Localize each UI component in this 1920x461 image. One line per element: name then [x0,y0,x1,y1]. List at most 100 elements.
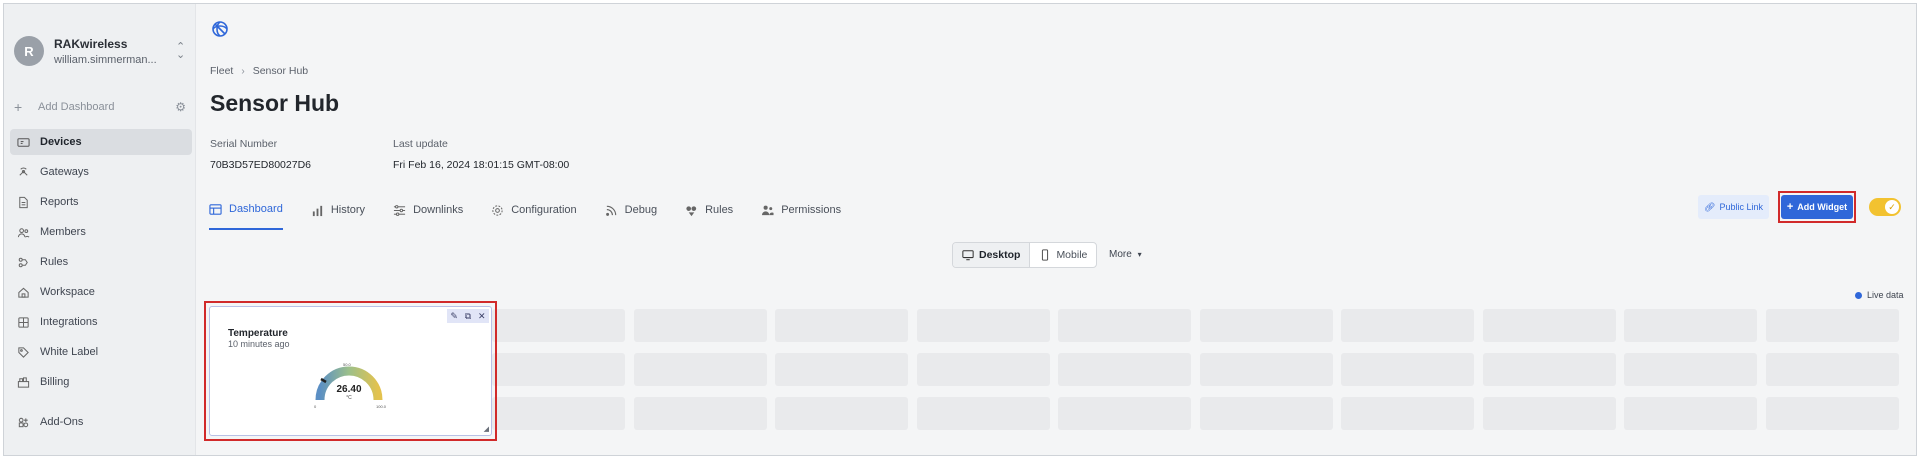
gear-icon[interactable]: ⚙ [175,100,186,114]
sidebar-item-label: Devices [40,136,82,148]
sidebar-item-addons[interactable]: Add-Ons [10,409,192,435]
org-name: RAKwireless [54,36,128,51]
breadcrumb-fleet[interactable]: Fleet [210,65,233,77]
more-label: More [1109,249,1132,260]
sidebar-item-integrations[interactable]: Integrations [10,309,192,335]
grid-placeholder-cell [1765,353,1899,386]
gauge-max: 100.0 [376,404,387,409]
sidebar: R RAKwireless william.simmerman... ⌃ ⌄ + … [4,4,196,455]
edit-mode-toggle[interactable]: ✓ [1869,198,1901,216]
tab-bar: Dashboard History Downlinks Configuratio… [209,196,869,230]
live-data-indicator: Live data [1855,290,1904,300]
mobile-view-button[interactable]: Mobile [1030,243,1096,267]
addons-icon [18,417,29,427]
sliders-icon [393,204,406,216]
temperature-gauge: 26.40 °C 0 50.0 100.0 [314,362,387,409]
sidebar-item-label: Rules [40,256,69,268]
tab-history[interactable]: History [311,196,365,224]
grid-placeholder-cell [633,309,767,342]
tab-label: Dashboard [229,203,283,215]
grid-placeholder-cell [775,353,908,386]
page-title: Sensor Hub [210,90,340,116]
rss-icon [605,205,616,216]
add-widget-button[interactable]: + Add Widget [1781,195,1853,219]
sidebar-item-label: Integrations [40,316,98,328]
tab-label: Downlinks [413,204,464,216]
bar-chart-icon [312,205,322,216]
sidebar-item-members[interactable]: Members [10,219,192,245]
sidebar-item-billing[interactable]: Billing [10,369,192,395]
grid-placeholder-cell [633,353,767,386]
chevron-right-icon: › [241,65,245,77]
check-icon: ✓ [1885,200,1899,214]
more-dropdown[interactable]: More ▾ [1109,249,1142,260]
chevron-up-down-icon: ⌃ ⌄ [176,41,186,61]
grid-placeholder-cell [633,397,767,430]
tab-label: Permissions [781,204,842,216]
sidebar-item-devices[interactable]: Devices [10,129,192,155]
grid-placeholder-cell [1765,309,1899,342]
tab-configuration[interactable]: Configuration [491,196,577,224]
plus-icon: + [14,99,23,115]
tab-permissions[interactable]: Permissions [761,196,841,224]
close-icon[interactable]: ✕ [478,311,486,322]
plus-icon: + [1786,201,1794,213]
serial-number-label: Serial Number [210,138,278,150]
grid-placeholder-cell [1058,397,1191,430]
tab-label: History [330,204,366,216]
live-dot-icon [1855,291,1862,299]
rules-icon [686,205,697,216]
tab-dashboard[interactable]: Dashboard [209,196,283,230]
grid-placeholder-cell [916,397,1050,430]
tab-downlinks[interactable]: Downlinks [393,196,463,224]
last-update-block: Last update Fri Feb 16, 2024 18:01:15 GM… [393,138,569,171]
home-icon [18,287,29,298]
gear-icon [492,204,503,216]
add-widget-label: Add Widget [1797,202,1848,212]
edit-icon[interactable]: ✎ [450,311,458,322]
grid-icon [18,316,29,328]
users-icon [762,205,774,215]
sidebar-item-label: Members [40,226,86,238]
desktop-view-button[interactable]: Desktop [953,243,1031,267]
widget-title: Temperature [228,328,288,339]
grid-placeholder-cell [1482,309,1616,342]
sidebar-item-workspace[interactable]: Workspace [10,279,192,305]
sidebar-nav: Devices Gateways Reports Members Rules W… [10,129,192,439]
resize-handle-icon[interactable]: ◢ [484,425,489,433]
grid-placeholder-cell [1199,353,1333,386]
grid-placeholder-cell [492,353,625,386]
grid-placeholder-cell [1624,309,1757,342]
billing-icon [17,376,30,388]
sidebar-item-gateways[interactable]: Gateways [10,159,192,185]
main-content: Fleet › Sensor Hub Sensor Hub Serial Num… [197,4,1916,455]
sidebar-item-white-label[interactable]: White Label [10,339,192,365]
breadcrumb-current: Sensor Hub [252,65,309,77]
sidebar-item-reports[interactable]: Reports [10,189,192,215]
copy-icon[interactable]: ⧉ [465,311,471,322]
grid-placeholder-cell [1058,309,1191,342]
temperature-widget[interactable]: ✎ ⧉ ✕ Temperature 10 minutes ago 26.40 °… [209,306,492,436]
phone-icon [1042,249,1049,261]
tab-rules[interactable]: Rules [685,196,733,224]
sidebar-item-label: Billing [40,376,70,388]
grid-placeholder-cell [1058,353,1191,386]
tag-icon [18,346,29,358]
grid-placeholder-cell [916,309,1050,342]
tab-debug[interactable]: Debug [605,196,657,224]
serial-number-value: 70B3D57ED80027D6 [210,159,311,171]
sidebar-item-label: White Label [40,346,99,358]
public-link-button[interactable]: 🔗︎ Public Link [1698,195,1769,219]
gauge-mid: 50.0 [343,362,352,367]
app-window: R RAKwireless william.simmerman... ⌃ ⌄ + … [3,3,1917,456]
tab-label: Rules [705,204,734,216]
sidebar-item-label: Reports [40,196,79,208]
link-icon: 🔗︎ [1704,201,1716,212]
view-mode-switch: Desktop Mobile [952,242,1098,268]
sidebar-item-rules[interactable]: Rules [10,249,192,275]
rak-logo-icon [212,21,228,37]
grid-placeholder-cell [1341,309,1474,342]
add-dashboard-button[interactable]: + Add Dashboard ⚙ [14,97,186,117]
account-switcher[interactable]: R RAKwireless william.simmerman... ⌃ ⌄ [14,34,190,68]
grid-placeholder-cell [492,397,625,430]
